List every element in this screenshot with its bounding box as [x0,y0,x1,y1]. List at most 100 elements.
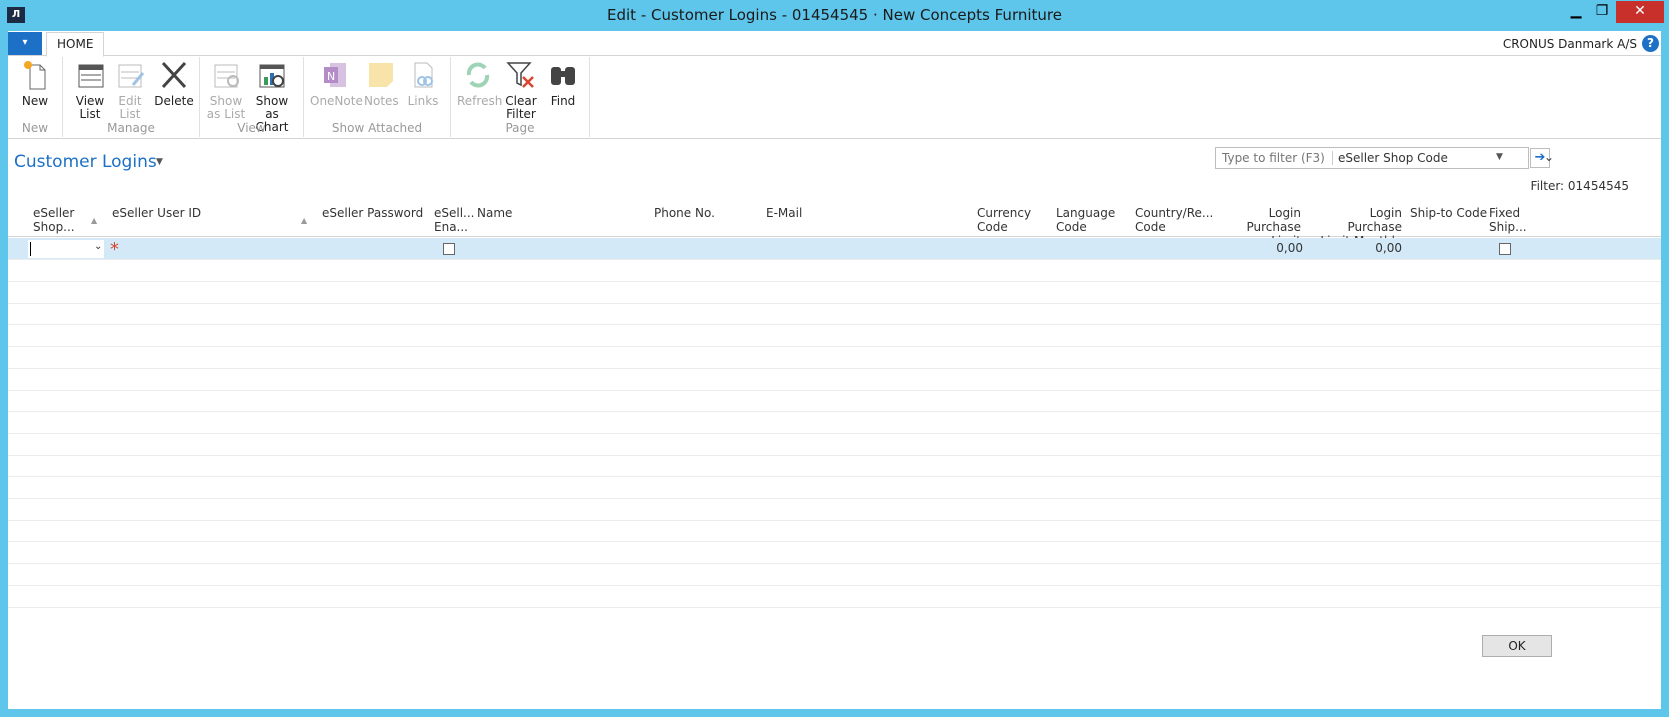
login-purchase-limit-cell[interactable]: 0,00 [1238,241,1303,255]
filter-box: eSeller Shop Code ▼ [1215,147,1529,169]
table-row[interactable] [8,542,1661,565]
notes-icon [369,63,393,87]
column-header-fixed-ship[interactable]: Fixed Ship... [1489,206,1527,234]
table-row[interactable] [8,455,1661,478]
grid-header: eSeller Shop... ▲ eSeller User ID ▲ eSell… [8,206,1661,248]
table-row[interactable] [8,586,1661,608]
show-as-list-label: Show as List [206,94,246,121]
notes-button[interactable]: Notes [364,59,399,108]
edit-list-icon [118,64,145,88]
find-button[interactable]: Find [545,59,581,108]
table-row[interactable] [8,282,1661,304]
column-header-eseller-shop[interactable]: eSeller Shop... [33,206,75,234]
ribbon-group-label: Page [505,121,535,135]
delete-button[interactable]: Delete [153,59,195,108]
clear-filter-button[interactable]: Clear Filter [503,59,539,121]
new-document-icon [24,61,46,90]
onenote-button[interactable]: N OneNote [310,59,363,108]
ribbon-group-new: New New [8,57,63,137]
tab-home[interactable]: HOME [46,32,105,57]
table-row[interactable] [8,499,1661,521]
table-row-new[interactable]: ⌄ * 0,00 0,00 [8,238,1661,260]
links-button[interactable]: Links [406,59,440,108]
window: Л Edit - Customer Logins - 01454545 · Ne… [0,0,1669,717]
links-label: Links [407,94,439,108]
ribbon-group-label: View [237,121,266,135]
delete-icon [161,61,187,89]
column-header-eseller-user-id[interactable]: eSeller User ID [112,206,201,220]
column-header-eseller-password[interactable]: eSeller Password [322,206,423,220]
refresh-label: Refresh [457,94,503,108]
chevron-down-icon[interactable]: ⌄ [94,241,102,252]
fixed-ship-checkbox[interactable] [1499,243,1511,255]
ribbon-group-label: Show Attached [331,121,423,135]
notes-label: Notes [364,94,399,108]
edit-list-label: Edit List [118,94,142,121]
filter-input[interactable] [1216,148,1332,168]
client-area: ▾ HOME CRONUS Danmark A/S ? New New View… [8,31,1661,709]
login-purchase-limit-monthly-cell[interactable]: 0,00 [1337,241,1402,255]
column-header-email[interactable]: E-Mail [766,206,802,220]
sort-ascending-icon[interactable]: ▲ [301,216,307,225]
table-row[interactable] [8,369,1661,391]
show-as-list-button[interactable]: Show as List [206,59,246,121]
table-row[interactable] [8,564,1661,586]
eseller-enabled-checkbox[interactable] [443,243,455,255]
close-button[interactable]: ✕ [1616,1,1664,23]
maximize-button[interactable]: ❐ [1589,1,1615,23]
filter-field-select[interactable]: eSeller Shop Code [1338,151,1448,165]
table-row[interactable] [8,347,1661,369]
chevron-down-icon[interactable]: ▼ [1496,152,1503,162]
view-list-icon [78,64,104,88]
ribbon-group-show-attached: N OneNote Notes Links Show Attached [304,57,451,137]
show-as-list-icon [214,64,239,88]
company-name[interactable]: CRONUS Danmark A/S [1503,37,1637,51]
clear-filter-icon [506,62,534,88]
svg-text:N: N [327,70,335,83]
table-row[interactable] [8,520,1661,543]
column-header-phone-no[interactable]: Phone No. [654,206,715,220]
sort-ascending-icon[interactable]: ▲ [91,216,97,225]
table-row[interactable] [8,390,1661,413]
column-header-ship-to-code[interactable]: Ship-to Code [1410,206,1487,220]
table-row[interactable] [8,325,1661,348]
ok-button[interactable]: OK [1482,635,1552,657]
ribbon-group-label: Manage [107,121,155,135]
refresh-button[interactable]: Refresh [457,59,503,108]
page-title[interactable]: Customer Logins [14,152,157,172]
table-row[interactable] [8,434,1661,456]
application-menu-button[interactable]: ▾ [8,32,42,55]
minimize-button[interactable]: ▁ [1563,1,1589,23]
title-bar: Л Edit - Customer Logins - 01454545 · Ne… [0,0,1669,31]
table-row[interactable] [8,477,1661,499]
column-header-name[interactable]: Name [477,206,512,220]
show-as-chart-icon [259,64,285,88]
delete-label: Delete [154,94,194,108]
find-label: Find [550,94,576,108]
find-binoculars-icon [551,67,575,85]
caret-down-icon[interactable]: ▼ [156,157,163,167]
column-header-currency-code[interactable]: Currency Code [977,206,1031,234]
help-icon[interactable]: ? [1642,35,1659,52]
onenote-label: OneNote [310,94,363,108]
column-header-eseller-enabled[interactable]: eSell... Ena... [434,206,475,234]
ribbon-group-page: Refresh Clear Filter Find Page [451,57,590,137]
collapse-chevron-icon[interactable]: ⌄ [1544,150,1554,164]
ribbon-group-view: Show as List Show as Chart View [200,57,304,137]
links-icon [414,62,433,88]
eseller-shop-code-input[interactable] [28,240,104,258]
column-header-language-code[interactable]: Language Code [1056,206,1115,234]
table-row[interactable] [8,260,1661,282]
refresh-icon [466,62,490,88]
view-list-button[interactable]: View List [73,59,107,121]
table-row[interactable] [8,303,1661,326]
table-row[interactable] [8,412,1661,434]
ribbon: New New View List Edit List Delete Manag… [8,57,1661,139]
text-cursor [30,242,31,256]
edit-list-button[interactable]: Edit List [113,59,147,121]
ribbon-tabbar: ▾ HOME CRONUS Danmark A/S ? [8,31,1661,57]
new-button[interactable]: New [18,59,52,108]
column-header-country-region-code[interactable]: Country/Re... Code [1135,206,1213,234]
onenote-icon: N [324,63,346,87]
view-list-label: View List [75,94,105,121]
